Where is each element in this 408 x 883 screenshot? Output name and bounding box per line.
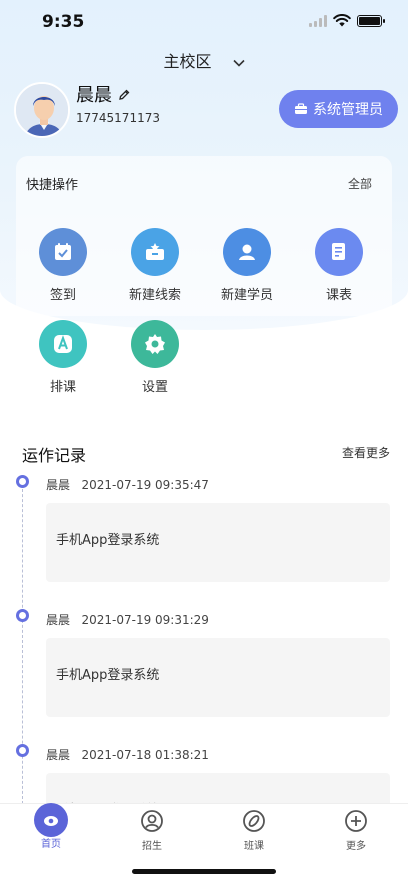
record-time: 2021-07-19 09:35:47 (81, 478, 209, 492)
record-time: 2021-07-18 01:38:21 (81, 748, 209, 762)
tab-label: 招生 (142, 841, 162, 852)
battery-icon (357, 14, 385, 27)
tab-home[interactable]: 首页 (21, 831, 81, 850)
action-arrange-class[interactable]: 排课 (23, 320, 103, 395)
record-card[interactable]: 手机App登录系统 (46, 503, 390, 582)
tab-classes[interactable]: 班课 (224, 809, 284, 852)
action-new-student[interactable]: 新建学员 (207, 228, 287, 303)
action-label: 课表 (325, 288, 352, 303)
tab-enroll[interactable]: 招生 (122, 809, 182, 852)
letter-a-icon (39, 320, 87, 368)
tab-label: 更多 (346, 841, 366, 852)
class-icon (242, 809, 266, 833)
briefcase-icon (295, 103, 307, 114)
record-meta: 晨晨 2021-07-19 09:35:47 (46, 476, 209, 493)
record-meta: 晨晨 2021-07-19 09:31:29 (46, 611, 209, 628)
user-circle-icon (140, 809, 164, 833)
gear-icon (131, 320, 179, 368)
action-label: 排课 (49, 380, 76, 395)
timeline-dot (16, 744, 29, 757)
record-user: 晨晨 (46, 613, 71, 627)
user-name: 晨晨 (76, 85, 112, 106)
campus-selector[interactable]: 主校区 (0, 48, 408, 72)
system-admin-label: 系统管理员 (313, 102, 383, 118)
record-user: 晨晨 (46, 748, 71, 762)
edit-icon[interactable] (118, 86, 131, 105)
record-card[interactable]: 手机App登录系统 (46, 638, 390, 717)
user-phone: 17745171173 (76, 111, 160, 125)
status-bar: 9:35 (0, 0, 408, 46)
action-new-lead[interactable]: 新建线索 (115, 228, 195, 303)
record-content: 手机App登录系统 (56, 668, 160, 683)
signal-icon (309, 14, 327, 27)
action-settings[interactable]: 设置 (115, 320, 195, 395)
record-meta: 晨晨 2021-07-18 01:38:21 (46, 746, 209, 763)
campus-name: 主校区 (163, 52, 212, 71)
timeline-dot (16, 475, 29, 488)
record-content: 手机App登录系统 (56, 533, 160, 548)
record-time: 2021-07-19 09:31:29 (81, 613, 209, 627)
home-indicator (132, 869, 276, 874)
status-icons (309, 14, 385, 27)
tab-label: 首页 (41, 839, 61, 850)
system-admin-button[interactable]: 系统管理员 (279, 90, 398, 128)
action-label: 新建学员 (220, 288, 273, 303)
wifi-icon (333, 14, 351, 27)
person-icon (223, 228, 271, 276)
action-label: 签到 (49, 288, 76, 303)
avatar[interactable] (14, 82, 70, 138)
operation-records-title: 运作记录 (22, 446, 87, 465)
box-star-icon (131, 228, 179, 276)
action-label: 设置 (141, 380, 168, 395)
record-user: 晨晨 (46, 478, 71, 492)
tab-label: 班课 (244, 841, 264, 852)
quick-actions-all-link[interactable]: 全部 (348, 175, 372, 192)
quick-actions-title: 快捷操作 (26, 178, 79, 193)
tab-more[interactable]: 更多 (326, 809, 386, 852)
action-schedule[interactable]: 课表 (299, 228, 379, 303)
status-time: 9:35 (42, 12, 85, 32)
document-icon (315, 228, 363, 276)
chevron-down-icon (232, 56, 245, 70)
action-sign-in[interactable]: 签到 (23, 228, 103, 303)
action-label: 新建线索 (128, 288, 181, 303)
plus-circle-icon (344, 809, 368, 833)
view-more-link[interactable]: 查看更多 (342, 444, 390, 461)
calendar-check-icon (39, 228, 87, 276)
timeline-dot (16, 609, 29, 622)
